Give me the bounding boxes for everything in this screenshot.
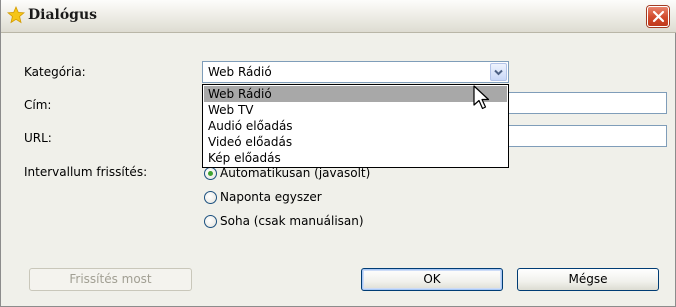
- dropdown-arrow-button[interactable]: [490, 63, 507, 81]
- dropdown-option[interactable]: Videó előadás: [204, 134, 507, 150]
- refresh-interval-label: Intervallum frissítés:: [24, 165, 148, 179]
- ok-button[interactable]: OK: [361, 268, 503, 291]
- dropdown-option[interactable]: Web TV: [204, 102, 507, 118]
- title-bar[interactable]: Dialógus: [1, 0, 676, 33]
- url-label: URL:: [24, 131, 52, 145]
- star-icon: [6, 5, 26, 24]
- close-button[interactable]: [647, 6, 669, 27]
- window-title: Dialógus: [28, 7, 98, 23]
- mouse-pointer-icon: [473, 85, 490, 110]
- radio-checked-dot: [208, 171, 213, 176]
- radio-label: Soha (csak manuálisan): [220, 214, 364, 228]
- cancel-button[interactable]: Mégse: [517, 268, 659, 291]
- title-label: Cím:: [24, 98, 52, 112]
- radio-label: Automatikusan (javasolt): [220, 166, 371, 180]
- dropdown-option[interactable]: Kép előadás: [204, 150, 507, 166]
- dropdown-option[interactable]: Audió előadás: [204, 118, 507, 134]
- radio-button[interactable]: [204, 167, 217, 180]
- category-label: Kategória:: [24, 65, 86, 79]
- dropdown-option[interactable]: Web Rádió: [204, 86, 507, 102]
- category-select-value: Web Rádió: [208, 65, 272, 79]
- title-field[interactable]: [502, 92, 667, 114]
- radio-button[interactable]: [204, 191, 217, 204]
- category-dropdown-list: Web Rádió Web TV Audió előadás Videó elő…: [202, 84, 509, 168]
- url-field[interactable]: [502, 125, 667, 147]
- dialog-window: Dialógus Kategória: Cím: URL: Intervallu…: [0, 0, 676, 307]
- radio-button[interactable]: [204, 215, 217, 228]
- chevron-down-icon: [494, 69, 503, 76]
- refresh-now-button[interactable]: Frissítés most: [29, 268, 192, 291]
- close-icon: [652, 10, 665, 23]
- category-select[interactable]: Web Rádió: [202, 61, 509, 83]
- radio-label: Naponta egyszer: [220, 190, 322, 204]
